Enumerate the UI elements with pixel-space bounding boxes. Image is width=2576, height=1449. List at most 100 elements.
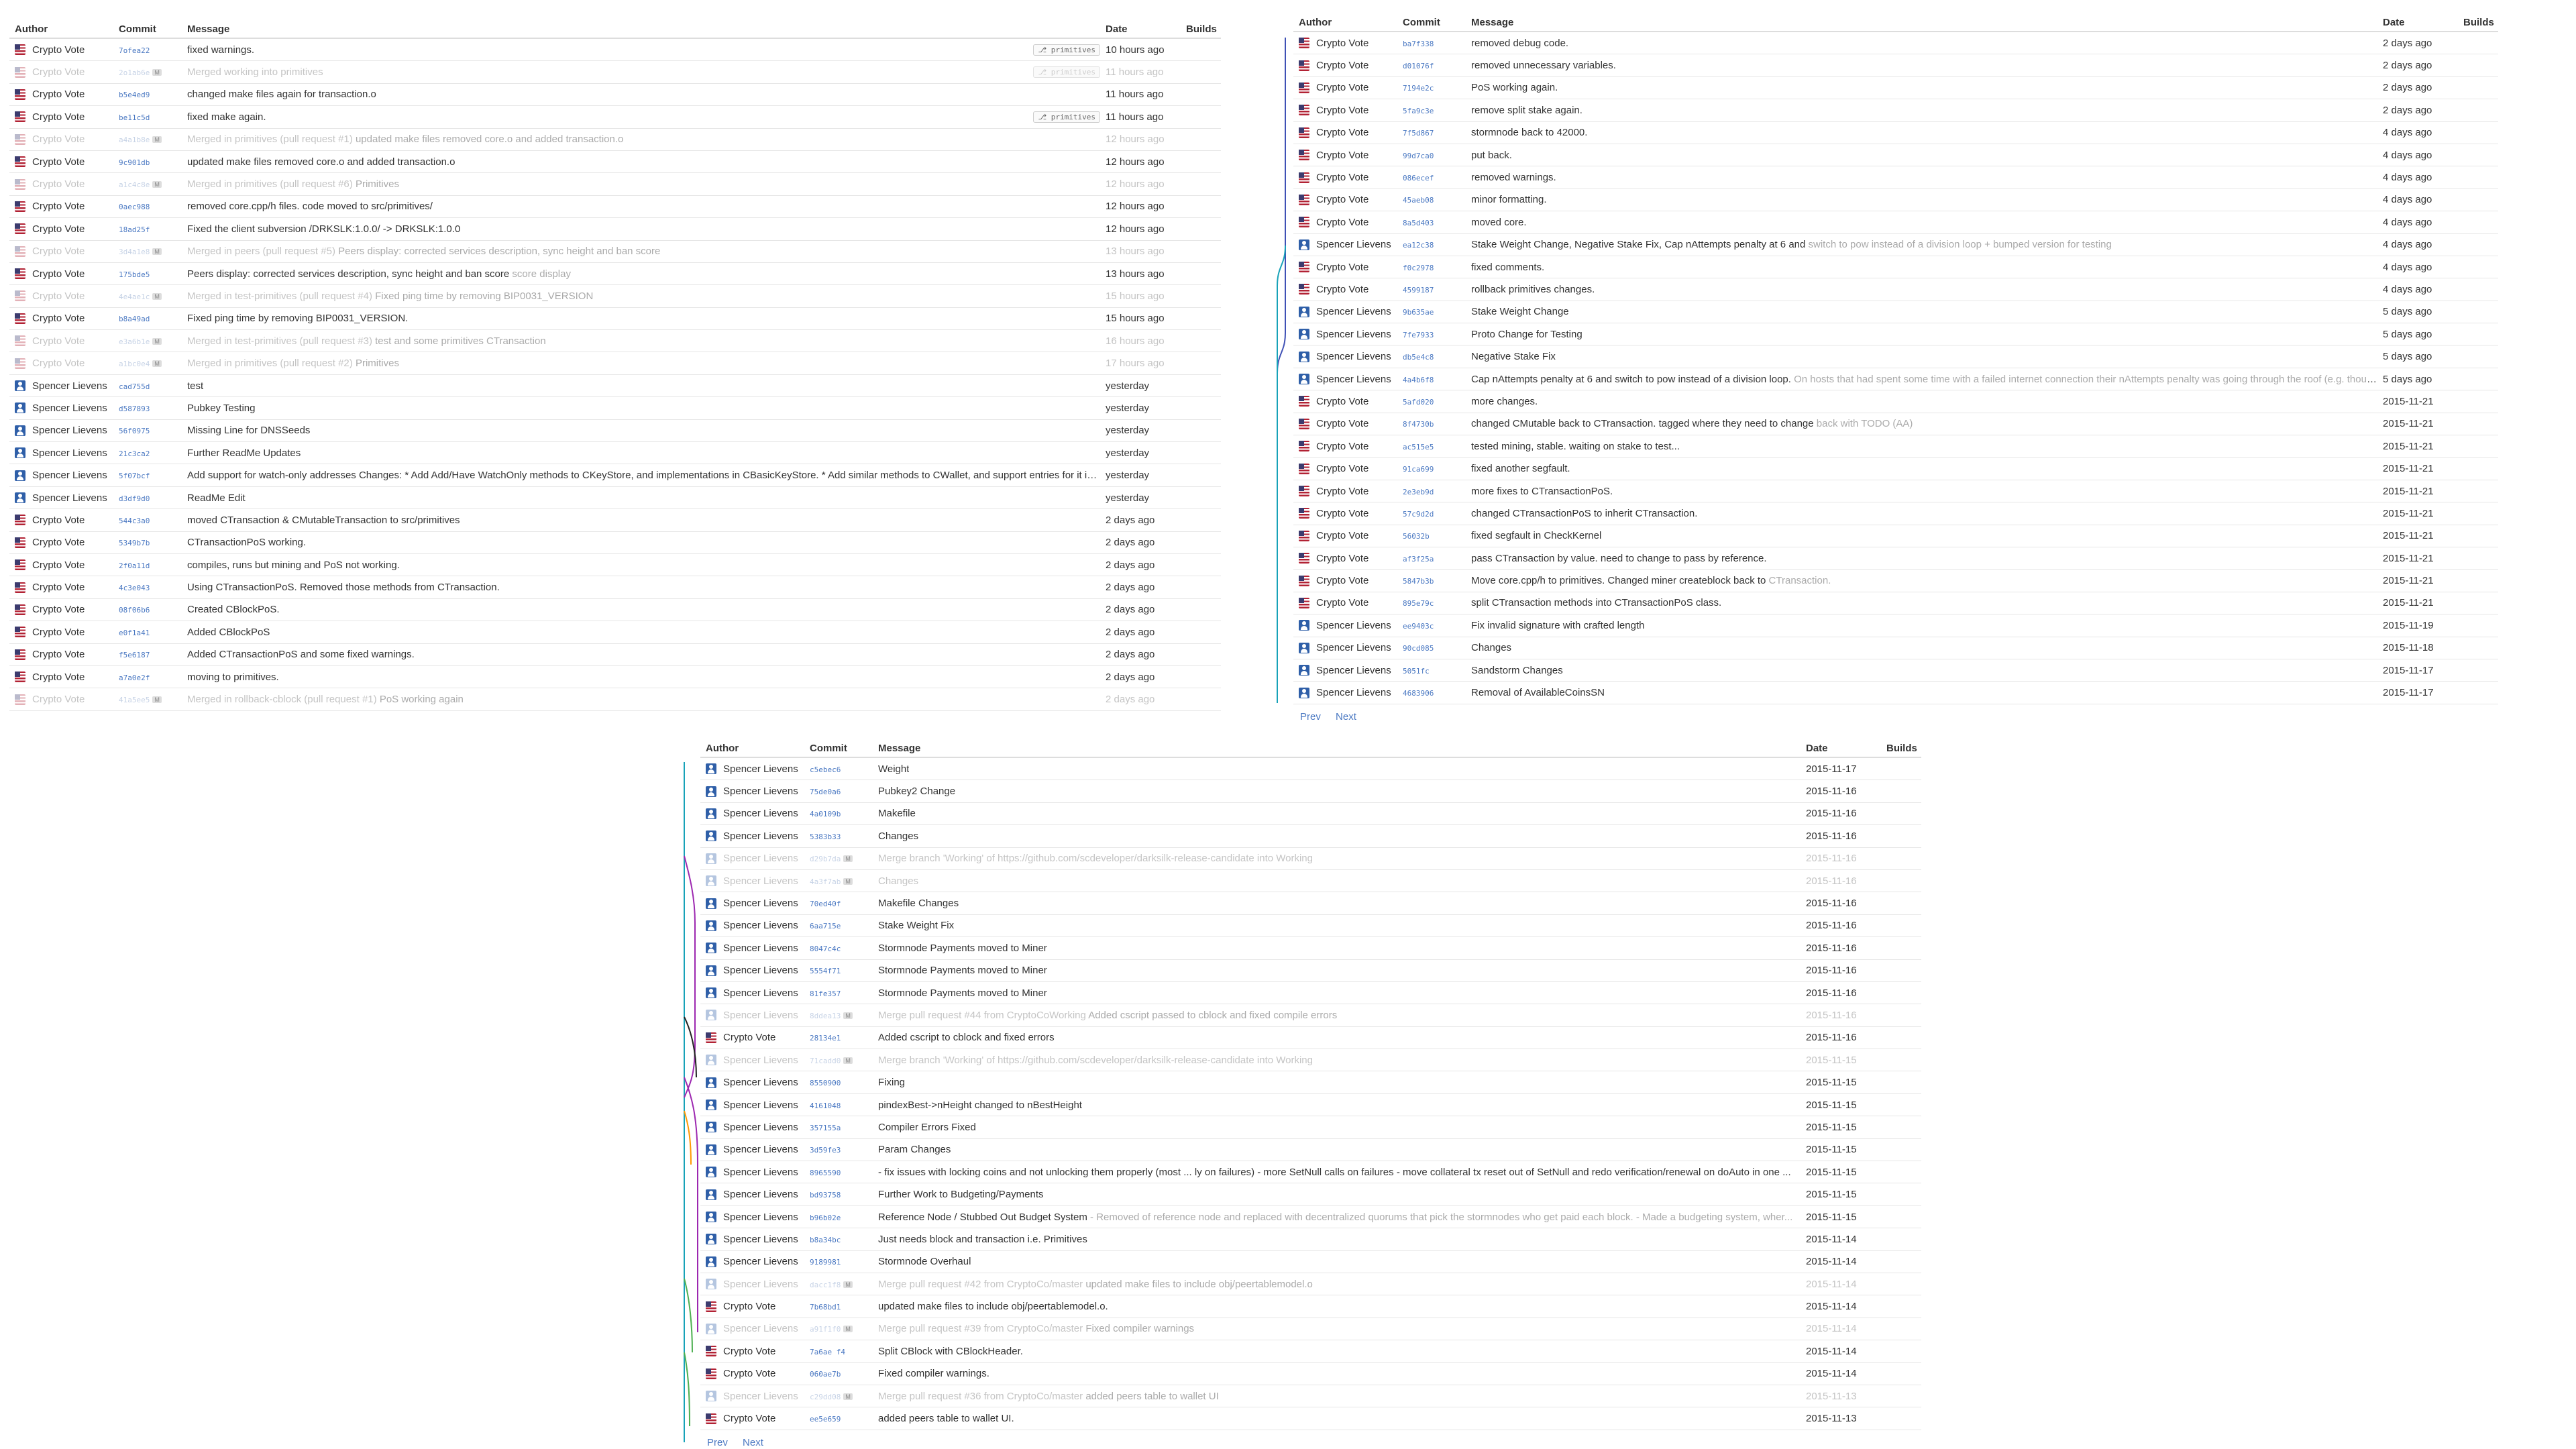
commit-message[interactable]: Merged in rollback-cblock (pull request … — [187, 694, 377, 705]
commit-row[interactable]: Spencer Lievens 5051fc Sandstorm Changes 20… — [1293, 659, 2498, 682]
commit-row[interactable]: Crypto Vote a1bc0e4 M Merged in primitives … — [9, 352, 1221, 375]
commit-message[interactable]: Merge branch 'Working' of https://github… — [878, 853, 1313, 864]
commit-hash-link[interactable]: a4a1b8e — [119, 136, 150, 144]
commit-row[interactable]: Crypto Vote 28134e1 Added cscript to cbloc… — [700, 1026, 1921, 1050]
commit-row[interactable]: Spencer Lievens bd93758 Further Work to Bu… — [700, 1183, 1921, 1206]
commit-hash-link[interactable]: e3a6b1e — [119, 337, 150, 346]
commit-hash-link[interactable]: 08f06b6 — [119, 606, 150, 614]
commit-row[interactable]: Spencer Lievens d29b7da M Merge branch 'Wor… — [700, 847, 1921, 870]
commit-hash-link[interactable]: 57c9d2d — [1403, 510, 1434, 519]
commit-row[interactable]: Crypto Vote 5afd020 more changes. 2015-11-2… — [1293, 390, 2498, 413]
commit-hash-link[interactable]: 8965590 — [810, 1169, 841, 1177]
commit-hash-link[interactable]: 8550900 — [810, 1079, 841, 1087]
commit-message[interactable]: Makefile — [878, 808, 916, 819]
commit-message[interactable]: fixed warnings. — [187, 44, 254, 56]
commit-row[interactable]: Spencer Lievens db5e4c8 Negative Stake Fix… — [1293, 345, 2498, 368]
commit-message[interactable]: test — [187, 380, 203, 392]
commit-hash-link[interactable]: 56032b — [1403, 532, 1430, 541]
commit-row[interactable]: Crypto Vote b5e4ed9 changed make files aga… — [9, 83, 1221, 107]
commit-hash-link[interactable]: 544c3a0 — [119, 517, 150, 525]
commit-message[interactable]: put back. — [1471, 150, 1512, 161]
commit-row[interactable]: Spencer Lievens 9b635ae Stake Weight Chang… — [1293, 301, 2498, 324]
commit-row[interactable]: Crypto Vote 5847b3b Move core.cpp/h to pri… — [1293, 569, 2498, 592]
commit-hash-link[interactable]: 75de0a6 — [810, 788, 841, 796]
commit-hash-link[interactable]: 8ddea13 — [810, 1012, 841, 1020]
merge-badge-icon[interactable]: M — [843, 855, 853, 863]
commit-hash-link[interactable]: b96b02e — [810, 1214, 841, 1222]
commit-hash-link[interactable]: be11c5d — [119, 113, 150, 122]
commit-message[interactable]: CTransactionPoS working. — [187, 537, 306, 548]
commit-message[interactable]: Stake Weight Change — [1471, 306, 1569, 317]
commit-message[interactable]: removed unnecessary variables. — [1471, 60, 1616, 71]
commit-message[interactable]: changed CMutable back to CTransaction. t… — [1471, 418, 1814, 429]
commit-row[interactable]: Spencer Lievens 21c3ca2 Further ReadMe Upd… — [9, 441, 1221, 465]
commit-message[interactable]: Sandstorm Changes — [1471, 665, 1563, 676]
next-page-link[interactable]: Next — [743, 1437, 763, 1448]
commit-message[interactable]: compiles, runs but mining and PoS not wo… — [187, 559, 400, 571]
commit-row[interactable]: Crypto Vote 086ecef removed warnings. 4 day… — [1293, 166, 2498, 189]
commit-row[interactable]: Spencer Lievens 7fe7933 Proto Change for T… — [1293, 323, 2498, 346]
commit-hash-link[interactable]: c29dd08 — [810, 1393, 841, 1401]
commit-row[interactable]: Spencer Lievens 8047c4c Stormnode Payments… — [700, 936, 1921, 960]
commit-hash-link[interactable]: af3f25a — [1403, 555, 1434, 564]
commit-row[interactable]: Spencer Lievens 4161048 pindexBest->nHeigh… — [700, 1093, 1921, 1117]
commit-hash-link[interactable]: 4683906 — [1403, 689, 1434, 698]
commit-row[interactable]: Crypto Vote ba7f338 removed debug code. 2 d… — [1293, 32, 2498, 55]
commit-message[interactable]: PoS working again. — [1471, 82, 1558, 93]
commit-hash-link[interactable]: 6aa715e — [810, 922, 841, 930]
commit-message[interactable]: Negative Stake Fix — [1471, 351, 1556, 362]
commit-row[interactable]: Crypto Vote 9c901db updated make files rem… — [9, 150, 1221, 174]
commit-message[interactable]: Makefile Changes — [878, 898, 959, 909]
commit-row[interactable]: Crypto Vote 3d4a1e8 M Merged in peers (pull… — [9, 240, 1221, 263]
commit-hash-link[interactable]: 357155a — [810, 1124, 841, 1132]
commit-row[interactable]: Spencer Lievens 4a3f7ab M Changes 2015-11-16 — [700, 869, 1921, 893]
commit-row[interactable]: Spencer Lievens 5383b33 Changes 2015-11-16 — [700, 824, 1921, 848]
commit-message[interactable]: stormnode back to 42000. — [1471, 127, 1587, 138]
commit-hash-link[interactable]: 7a6ae f4 — [810, 1348, 845, 1356]
commit-hash-link[interactable]: 3d4a1e8 — [119, 248, 150, 256]
commit-row[interactable]: Crypto Vote f0c2978 fixed comments. 4 days … — [1293, 256, 2498, 279]
commit-message[interactable]: Fixed ping time by removing BIP0031_VERS… — [187, 313, 408, 324]
commit-message[interactable]: remove split stake again. — [1471, 105, 1582, 116]
merge-badge-icon[interactable]: M — [152, 696, 162, 704]
commit-row[interactable]: Spencer Lievens 71cadd0 M Merge branch 'Wor… — [700, 1049, 1921, 1072]
commit-message[interactable]: Pubkey Testing — [187, 402, 255, 414]
commit-hash-link[interactable]: 9b635ae — [1403, 308, 1434, 317]
commit-row[interactable]: Crypto Vote f5e6187 Added CTransactionPoS … — [9, 643, 1221, 666]
merge-badge-icon[interactable]: M — [843, 1057, 853, 1064]
commit-row[interactable]: Crypto Vote 895e79c split CTransaction met… — [1293, 592, 2498, 615]
commit-message[interactable]: Peers display: corrected services descri… — [187, 268, 509, 280]
commit-message[interactable]: Proto Change for Testing — [1471, 329, 1582, 340]
commit-hash-link[interactable]: a91f1f0 — [810, 1325, 841, 1334]
commit-hash-link[interactable]: ea12c38 — [1403, 241, 1434, 250]
merge-badge-icon[interactable]: M — [843, 1012, 853, 1020]
merge-badge-icon[interactable]: M — [152, 293, 162, 301]
commit-message[interactable]: Merged in test-primitives (pull request … — [187, 335, 372, 347]
commit-message[interactable]: Cap nAttempts penalty at 6 and switch to… — [1471, 374, 1791, 385]
branch-tag[interactable]: primitives — [1033, 66, 1100, 78]
commit-message[interactable]: Merge pull request #39 from CryptoCo/mas… — [878, 1323, 1083, 1334]
commit-message[interactable]: - fix issues with locking coins and not … — [878, 1167, 1791, 1178]
commit-hash-link[interactable]: 5f07bcf — [119, 472, 150, 480]
commit-message[interactable]: Merge pull request #42 from CryptoCo/mas… — [878, 1279, 1083, 1290]
commit-message[interactable]: more fixes to CTransactionPoS. — [1471, 486, 1613, 497]
commit-message[interactable]: moved CTransaction & CMutableTransaction… — [187, 515, 460, 526]
commit-row[interactable]: Crypto Vote 5fa9c3e remove split stake aga… — [1293, 99, 2498, 122]
commit-hash-link[interactable]: e0f1a41 — [119, 629, 150, 637]
commit-message[interactable]: Stake Weight Fix — [878, 920, 954, 931]
commit-hash-link[interactable]: a1c4c8e — [119, 180, 150, 189]
commit-hash-link[interactable]: b8a34bc — [810, 1236, 841, 1244]
commit-message[interactable]: fixed make again. — [187, 111, 266, 123]
commit-row[interactable]: Crypto Vote be11c5d fixed make again. primi… — [9, 105, 1221, 129]
commit-hash-link[interactable]: 4161048 — [810, 1102, 841, 1110]
commit-hash-link[interactable]: d587893 — [119, 405, 150, 413]
commit-message[interactable]: more changes. — [1471, 396, 1538, 407]
commit-hash-link[interactable]: 28134e1 — [810, 1034, 841, 1042]
commit-hash-link[interactable]: 895e79c — [1403, 599, 1434, 608]
commit-row[interactable]: Crypto Vote 7f5d867 stormnode back to 4200… — [1293, 121, 2498, 144]
commit-row[interactable]: Crypto Vote 18ad25f Fixed the client subve… — [9, 217, 1221, 241]
commit-row[interactable]: Spencer Lievens cad755d test yesterday — [9, 374, 1221, 398]
commit-row[interactable]: Crypto Vote 91ca699 fixed another segfault… — [1293, 457, 2498, 480]
commit-message[interactable]: Changes — [878, 875, 918, 887]
commit-hash-link[interactable]: 91ca699 — [1403, 465, 1434, 474]
